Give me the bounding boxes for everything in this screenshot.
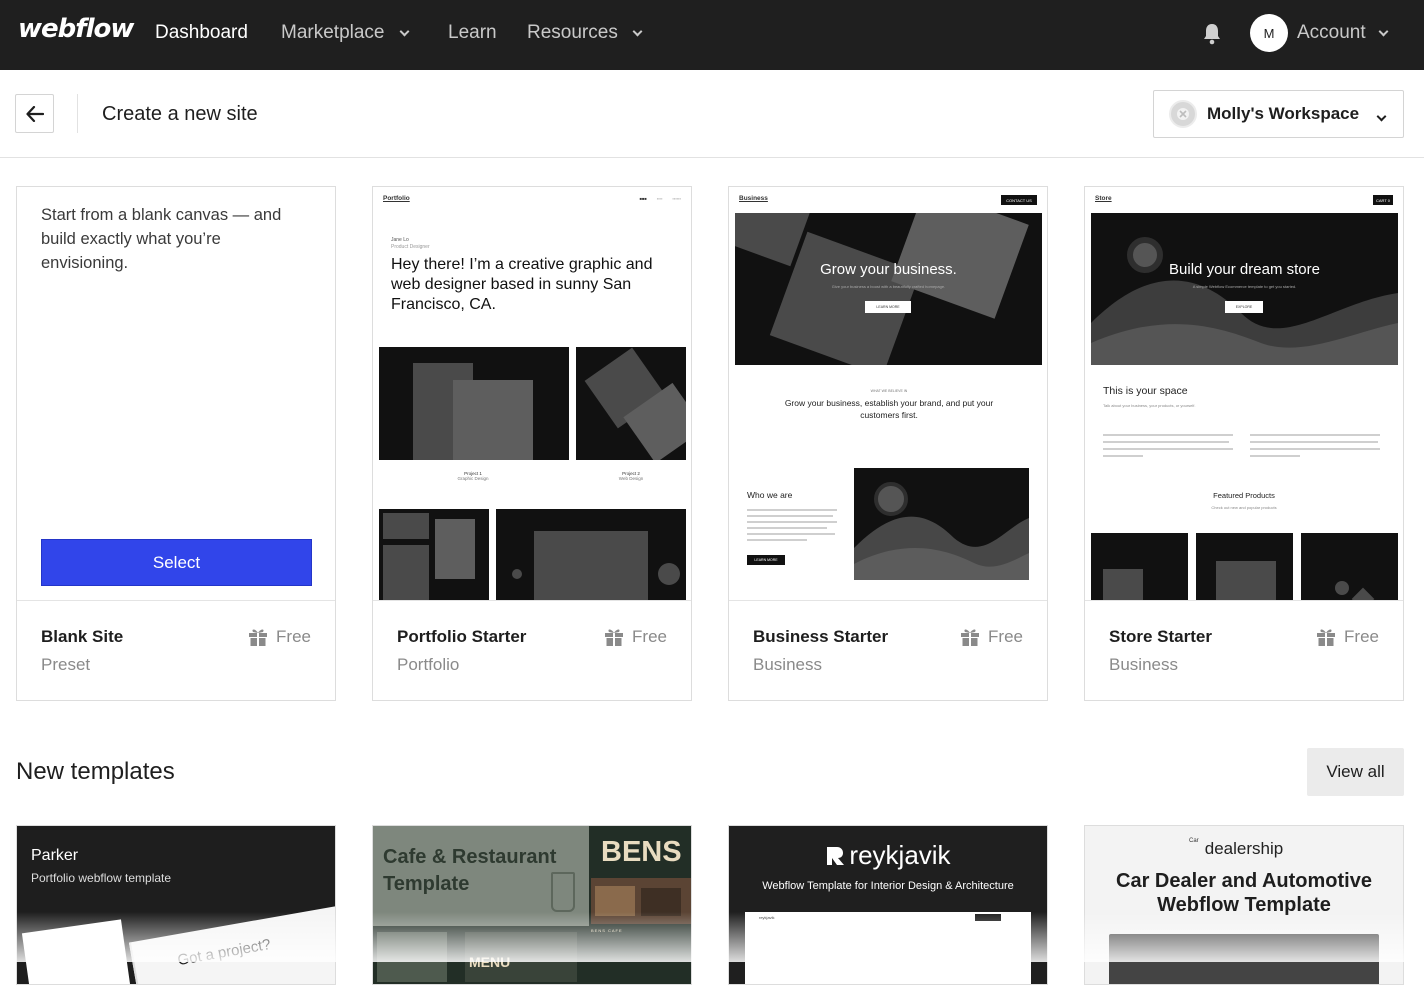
price-label: Free <box>1344 627 1379 646</box>
starter-card-store[interactable]: Store CART 0 Build your dream store A si… <box>1084 186 1404 701</box>
template-card-cafe[interactable]: Cafe & Restaurant Template BENS BENS CAF… <box>372 825 692 985</box>
template-project-image <box>496 509 686 600</box>
account-menu[interactable]: Account <box>1297 22 1389 44</box>
avatar[interactable]: M <box>1250 14 1288 52</box>
nav-dashboard[interactable]: Dashboard <box>155 22 248 44</box>
account-label: Account <box>1297 22 1366 43</box>
template-project-image <box>379 347 569 460</box>
workspace-selector[interactable]: Molly's Workspace <box>1153 90 1404 138</box>
starter-card-portfolio[interactable]: Portfolio ■■■ ▪▪▪▪ ▪▪▪▪▪▪ Jane Lo Product … <box>372 186 692 701</box>
top-navigation-bar: webflow Dashboard Marketplace Learn Reso… <box>0 0 1424 70</box>
template-hero: Grow your business. Give your business a… <box>735 213 1042 365</box>
nav-marketplace-label: Marketplace <box>281 22 385 43</box>
back-button[interactable] <box>15 94 54 133</box>
nav-resources[interactable]: Resources <box>527 22 643 44</box>
starter-card-blank[interactable]: Start from a blank canvas — and build ex… <box>16 186 336 701</box>
template-card-parker[interactable]: Parker Portfolio webflow template Got a … <box>16 825 336 985</box>
starter-price: Free <box>1316 627 1379 647</box>
template-image <box>854 468 1029 580</box>
starter-name: Blank Site <box>41 627 124 646</box>
price-label: Free <box>632 627 667 646</box>
template-card-dealership[interactable]: Car dealership Car Dealer and Automotive… <box>1084 825 1404 985</box>
starter-price: Free <box>960 627 1023 647</box>
starter-name: Portfolio Starter <box>397 627 527 646</box>
arrow-left-icon <box>25 105 44 122</box>
price-label: Free <box>276 627 311 646</box>
starter-price: Free <box>248 627 311 647</box>
nav-dashboard-label: Dashboard <box>155 22 248 43</box>
template-nav: Portfolio ■■■ ▪▪▪▪ ▪▪▪▪▪▪ <box>383 195 681 202</box>
template-subheading: This is your space <box>1103 385 1188 397</box>
select-button[interactable]: Select <box>41 539 312 586</box>
section-title: New templates <box>16 758 175 785</box>
template-project-image <box>379 509 489 600</box>
chevron-down-icon <box>399 26 409 36</box>
nav-marketplace[interactable]: Marketplace <box>281 22 409 44</box>
template-author: Jane Lo Product Designer <box>391 237 430 250</box>
template-product-image <box>1301 533 1398 600</box>
gift-icon <box>605 629 624 646</box>
starter-category: Portfolio <box>397 655 460 674</box>
blank-site-description: Start from a blank canvas — and build ex… <box>41 206 282 272</box>
starter-price: Free <box>604 627 667 647</box>
view-all-button[interactable]: View all <box>1307 748 1404 796</box>
starter-preview: Store CART 0 Build your dream store A si… <box>1085 187 1403 601</box>
reykjavik-logo-icon <box>827 846 845 865</box>
starter-name: Business Starter <box>753 627 889 646</box>
template-subtitle: Webflow Template for Interior Design & A… <box>762 880 1014 892</box>
starter-category: Preset <box>41 655 91 674</box>
webflow-logo[interactable]: webflow <box>18 14 134 44</box>
nav-resources-label: Resources <box>527 22 618 43</box>
page-header: Create a new site Molly's Workspace <box>0 70 1424 158</box>
template-title: reykjavik <box>849 840 951 870</box>
workspace-icon <box>1169 100 1197 128</box>
gift-icon <box>961 629 980 646</box>
template-nav: Business CONTACT US <box>739 195 1037 207</box>
chevron-down-icon <box>1378 26 1389 36</box>
starter-category: Business <box>1109 655 1178 674</box>
starter-preview: Start from a blank canvas — and build ex… <box>17 187 335 601</box>
gift-icon <box>249 629 268 646</box>
template-title: Parker <box>31 847 79 864</box>
template-subtitle: Car Dealer and Automotive Webflow Templa… <box>1116 870 1372 916</box>
starter-preview: Business CONTACT US Grow your business. … <box>729 187 1047 601</box>
template-subtitle: Portfolio webflow template <box>31 871 172 885</box>
starter-card-business[interactable]: Business CONTACT US Grow your business. … <box>728 186 1048 701</box>
starter-preview: Portfolio ■■■ ▪▪▪▪ ▪▪▪▪▪▪ Jane Lo Product … <box>373 187 691 601</box>
template-tagline: Grow your business, establish your brand… <box>784 398 994 420</box>
chevron-down-icon <box>632 26 643 36</box>
template-subheading: Who we are <box>747 490 793 500</box>
template-card-reykjavik[interactable]: reykjavik Webflow Template for Interior … <box>728 825 1048 985</box>
template-title: dealership <box>1204 839 1284 858</box>
template-project-image <box>576 347 686 460</box>
gift-icon <box>1317 629 1336 646</box>
template-hero: Build your dream store A simple Webflow … <box>1091 213 1398 365</box>
page-title: Create a new site <box>102 103 258 125</box>
nav-learn[interactable]: Learn <box>448 22 497 44</box>
starter-category: Business <box>753 655 822 674</box>
template-product-image <box>1091 533 1188 600</box>
header-divider <box>77 94 78 133</box>
template-headline: Hey there! I’m a creative graphic and we… <box>391 256 653 313</box>
template-product-image <box>1196 533 1293 600</box>
bell-icon[interactable] <box>1202 22 1222 46</box>
price-label: Free <box>988 627 1023 646</box>
template-nav: Store CART 0 <box>1095 195 1393 207</box>
starter-name: Store Starter <box>1109 627 1212 646</box>
chevron-down-icon <box>1372 107 1387 125</box>
workspace-label: Molly's Workspace <box>1207 104 1360 123</box>
template-brand: BENS <box>601 836 682 868</box>
nav-learn-label: Learn <box>448 22 497 43</box>
